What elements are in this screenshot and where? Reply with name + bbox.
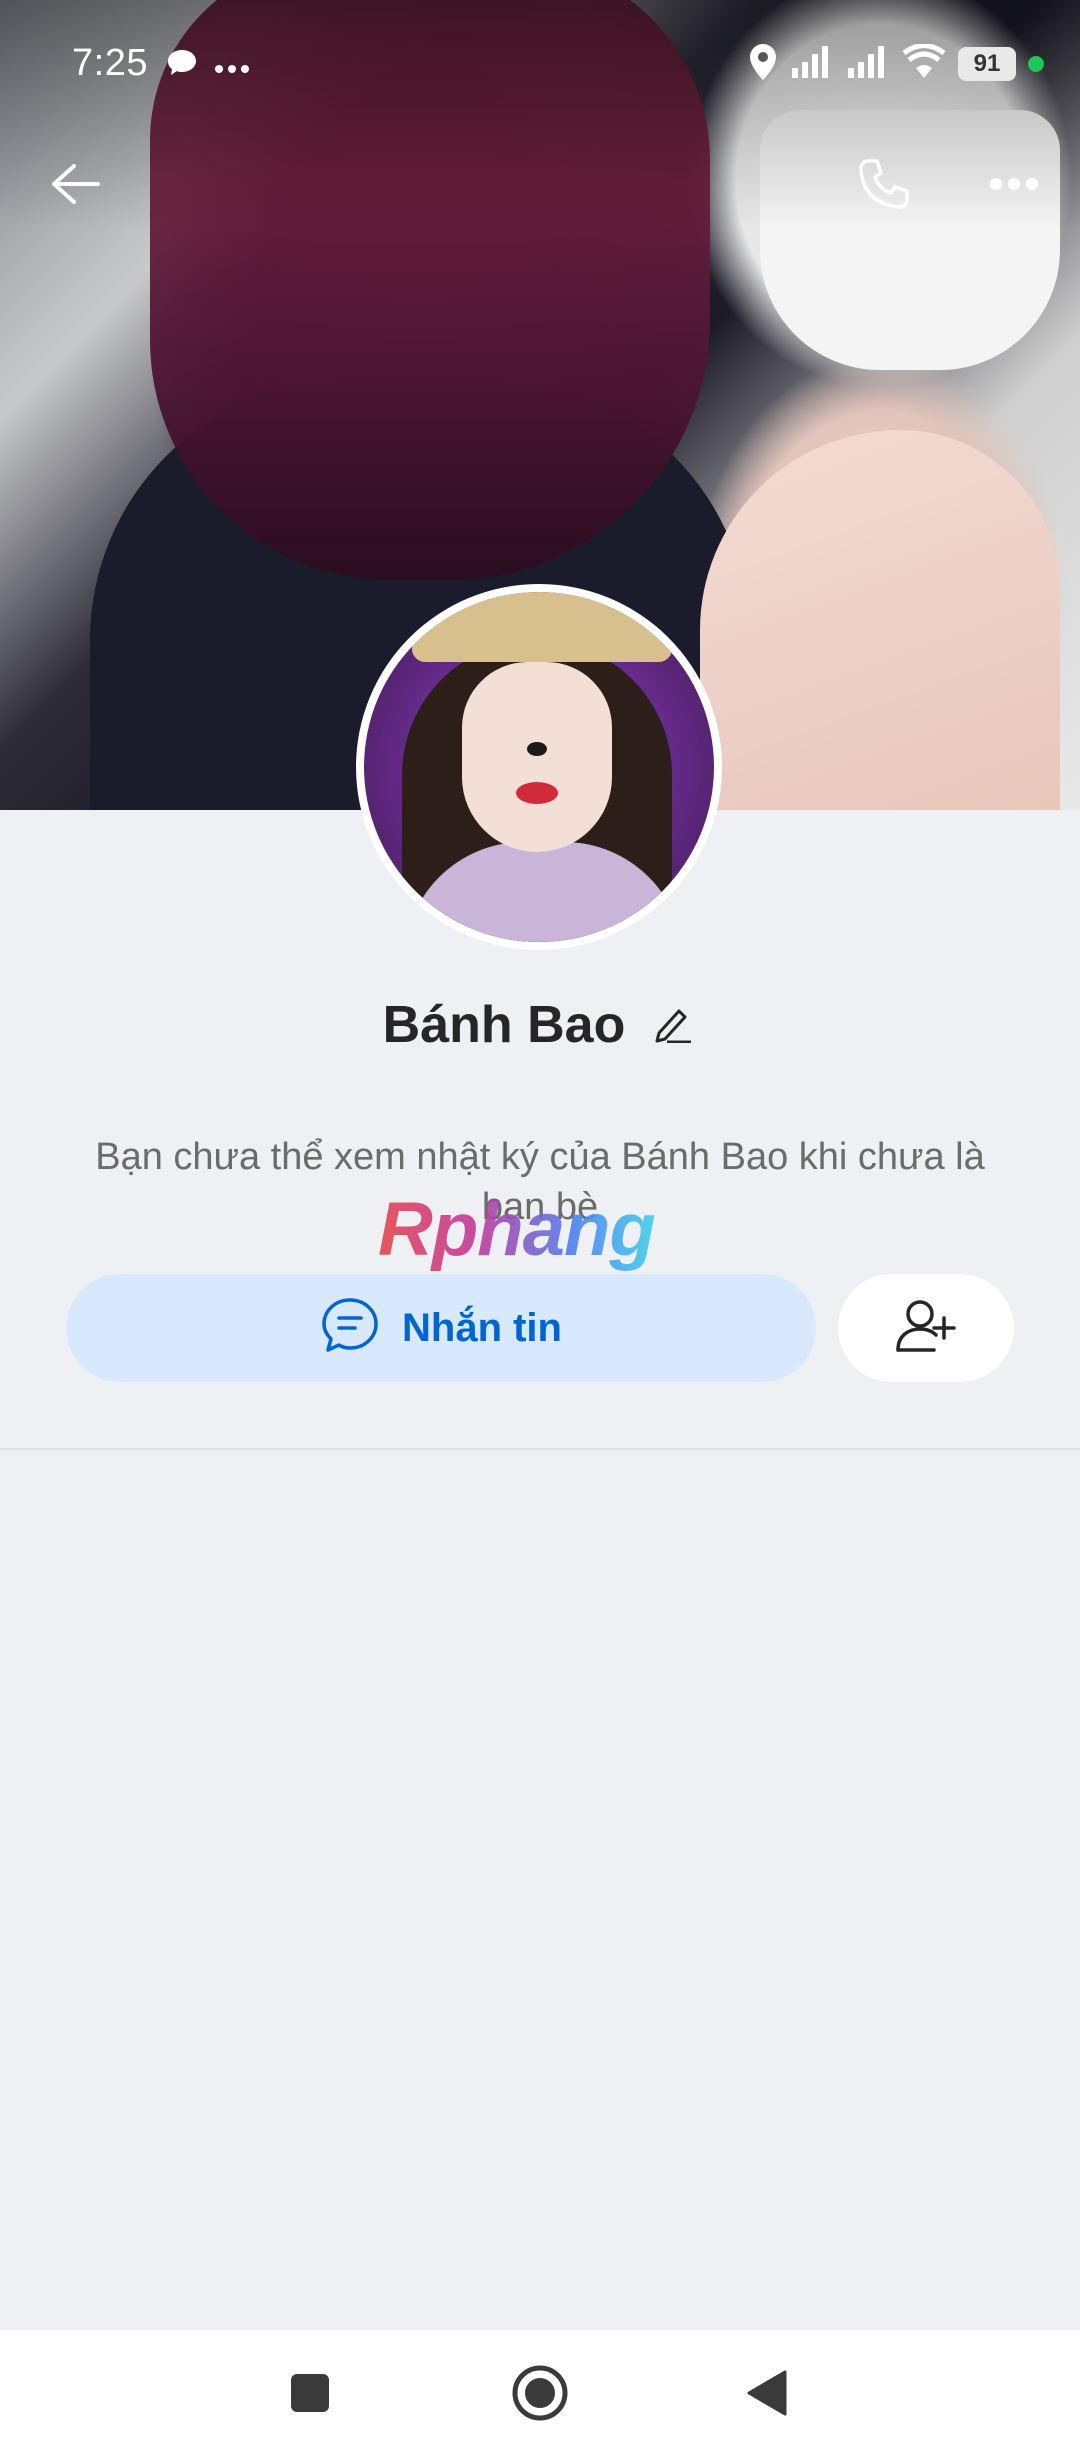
- home-circle-icon: [510, 2363, 570, 2428]
- status-bar: 7:25 91: [0, 0, 1080, 130]
- back-triangle-icon: [745, 2368, 789, 2423]
- status-time: 7:25: [72, 42, 148, 84]
- recents-square-icon: [289, 2372, 331, 2419]
- edit-name-button[interactable]: [649, 1001, 697, 1049]
- avatar-image: [364, 592, 714, 942]
- profile-name: Bánh Bao: [382, 996, 626, 1054]
- message-button-label: Nhắn tin: [402, 1305, 562, 1350]
- back-nav-button[interactable]: [724, 2352, 810, 2438]
- system-navigation-bar: [0, 2330, 1080, 2460]
- chat-bubble-icon: [166, 48, 198, 83]
- chat-icon: [320, 1296, 380, 1361]
- home-button[interactable]: [497, 2352, 583, 2438]
- more-dots-icon: [214, 60, 250, 74]
- avatar-lips: [516, 782, 558, 804]
- profile-avatar[interactable]: [356, 584, 722, 950]
- back-button[interactable]: [40, 150, 112, 222]
- battery-icon: 91: [958, 47, 1016, 81]
- wifi-icon: [902, 42, 946, 85]
- avatar-nose: [527, 742, 547, 756]
- call-button[interactable]: [848, 150, 920, 222]
- signal-icon: [846, 44, 890, 85]
- recents-button[interactable]: [267, 2352, 353, 2438]
- profile-name-row: Bánh Bao: [0, 995, 1080, 1055]
- avatar-face: [462, 662, 612, 852]
- add-friend-button[interactable]: [838, 1274, 1014, 1382]
- signal-icon: [790, 44, 834, 85]
- phone-icon: [857, 157, 911, 216]
- location-icon: [748, 42, 778, 87]
- avatar-hat: [412, 592, 672, 662]
- pencil-icon: [653, 1003, 693, 1048]
- active-dot-icon: [1028, 56, 1044, 72]
- arrow-left-icon: [50, 162, 102, 211]
- more-horizontal-icon: [989, 177, 1039, 196]
- cover-leg: [700, 430, 1060, 810]
- section-divider: [0, 1448, 1080, 1450]
- message-button[interactable]: Nhắn tin: [66, 1274, 816, 1382]
- watermark-logo: Rphang: [378, 1187, 656, 1272]
- status-right-group: 91: [748, 42, 1044, 86]
- more-options-button[interactable]: [978, 150, 1050, 222]
- add-user-icon: [894, 1296, 958, 1361]
